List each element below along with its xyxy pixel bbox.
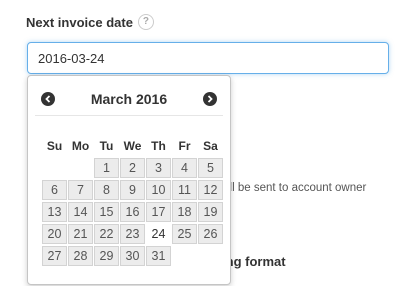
calendar-day[interactable]: 9 [120, 180, 145, 200]
calendar-day[interactable]: 20 [42, 224, 67, 244]
next-month-button[interactable] [203, 92, 217, 106]
weekday-header: Th [151, 139, 166, 153]
calendar-day[interactable]: 6 [42, 180, 67, 200]
weekday-header: Sa [203, 139, 218, 153]
datepicker-popup: March 2016 Su Mo Tu We Th Fr Sa 1 2 3 4 5 6 7 8 9 10 11 12… [27, 75, 231, 285]
calendar-day[interactable]: 28 [68, 246, 93, 266]
prev-month-button[interactable] [41, 92, 55, 106]
calendar-day[interactable]: 21 [68, 224, 93, 244]
calendar-day[interactable]: 7 [68, 180, 93, 200]
calendar-day[interactable]: 16 [120, 202, 145, 222]
calendar-day[interactable]: 13 [42, 202, 67, 222]
calendar-day[interactable]: 5 [198, 158, 223, 178]
notification-hint-text: ill be sent to account owner [227, 182, 367, 194]
next-invoice-date-input[interactable] [27, 42, 389, 74]
weekday-header: Su [46, 139, 63, 153]
calendar-day[interactable]: 29 [94, 246, 119, 266]
calendar-day[interactable]: 4 [172, 158, 197, 178]
calendar-empty-cell [68, 158, 93, 178]
calendar-day[interactable]: 8 [94, 180, 119, 200]
calendar-day[interactable]: 27 [42, 246, 67, 266]
calendar-grid: Su Mo Tu We Th Fr Sa 1 2 3 4 5 6 7 8 9 10 11 12 13 14 15 16 17 1… [42, 136, 223, 266]
chevron-left-icon [45, 95, 51, 103]
calendar-empty-cell [42, 158, 67, 178]
calendar-day[interactable]: 30 [120, 246, 145, 266]
calendar-day[interactable]: 22 [94, 224, 119, 244]
calendar-day[interactable]: 3 [146, 158, 171, 178]
calendar-day[interactable]: 23 [120, 224, 145, 244]
help-icon[interactable]: ? [137, 14, 154, 30]
datepicker-header: March 2016 [35, 83, 223, 116]
calendar-day[interactable]: 26 [198, 224, 223, 244]
calendar-day[interactable]: 12 [198, 180, 223, 200]
calendar-day[interactable]: 17 [146, 202, 171, 222]
field-label-text: Next invoice date [26, 14, 133, 30]
calendar-day-selected[interactable]: 24 [146, 224, 171, 244]
calendar-day[interactable]: 10 [146, 180, 171, 200]
calendar-day[interactable]: 2 [120, 158, 145, 178]
calendar-day[interactable]: 31 [146, 246, 171, 266]
calendar-day[interactable]: 1 [94, 158, 119, 178]
calendar-day[interactable]: 19 [198, 202, 223, 222]
next-invoice-date-label: Next invoice date ? [26, 14, 154, 30]
calendar-day[interactable]: 14 [68, 202, 93, 222]
chevron-right-icon [207, 95, 213, 103]
weekday-header: We [123, 139, 142, 153]
weekday-header: Tu [99, 139, 114, 153]
weekday-header: Fr [178, 139, 191, 153]
calendar-day[interactable]: 15 [94, 202, 119, 222]
calendar-day[interactable]: 18 [172, 202, 197, 222]
datepicker-month-title: March 2016 [90, 91, 168, 107]
calendar-day[interactable]: 11 [172, 180, 197, 200]
calendar-day[interactable]: 25 [172, 224, 197, 244]
weekday-header: Mo [71, 139, 90, 153]
